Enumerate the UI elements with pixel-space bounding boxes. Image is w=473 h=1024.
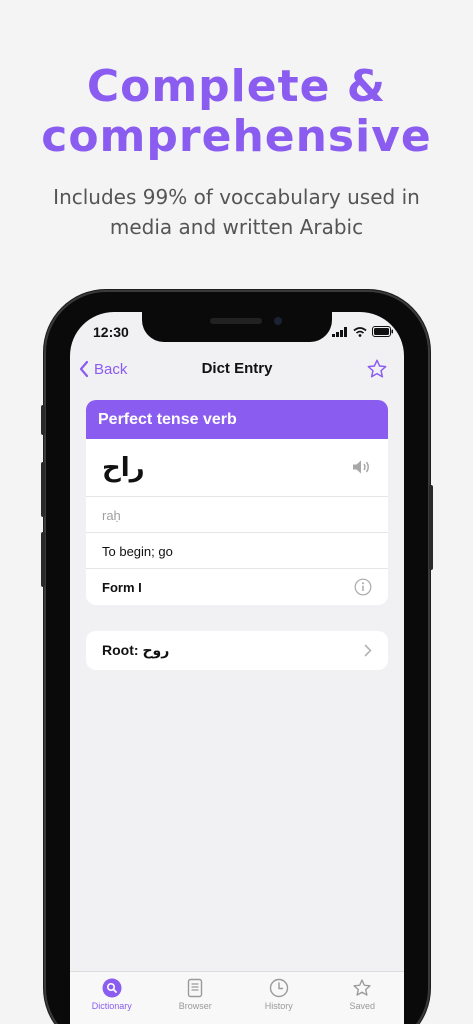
promo-headline: Complete & comprehensive — [0, 62, 473, 162]
promo-subline-line1: Includes 99% of voccabulary used in — [53, 185, 420, 209]
transliteration: raḥ — [102, 508, 121, 523]
power-button — [429, 485, 433, 570]
promo-subline-line2: media and written Arabic — [109, 215, 364, 239]
speaker-icon[interactable] — [352, 459, 372, 475]
status-icons — [332, 326, 394, 337]
tab-browser-label: Browser — [178, 1001, 212, 1011]
promo-subline: Includes 99% of voccabulary used in medi… — [0, 182, 473, 242]
earpiece-speaker — [210, 318, 262, 324]
tab-saved-label: Saved — [349, 1001, 376, 1011]
meaning: To begin; go — [102, 544, 173, 559]
chevron-right-icon — [364, 644, 372, 657]
volume-down-button — [41, 532, 45, 587]
tab-browser[interactable]: Browser — [154, 972, 238, 1024]
front-camera — [274, 317, 282, 325]
tab-dictionary[interactable]: Dictionary — [70, 972, 154, 1024]
arabic-word: راح — [102, 453, 145, 483]
entry-type-header: Perfect tense verb — [86, 400, 388, 439]
book-icon — [188, 978, 203, 998]
form-row: Form I — [86, 569, 388, 605]
volume-up-button — [41, 462, 45, 517]
root-arabic: روح — [142, 643, 170, 659]
status-time: 12:30 — [93, 324, 129, 340]
tab-dictionary-label: Dictionary — [91, 1001, 132, 1011]
battery-icon — [372, 326, 393, 337]
promo-headline-line2: comprehensive — [41, 111, 432, 162]
tab-history-label: History — [264, 1001, 293, 1011]
root-prefix: Root: — [102, 642, 139, 658]
mute-switch — [41, 405, 45, 435]
notch — [142, 312, 332, 342]
star-icon — [353, 979, 371, 996]
tab-history[interactable]: History — [237, 972, 321, 1024]
signal-icon — [332, 327, 347, 337]
tab-saved[interactable]: Saved — [321, 972, 405, 1024]
root-link[interactable]: Root: روح — [86, 631, 388, 670]
save-star-button[interactable] — [366, 358, 388, 385]
info-icon[interactable] — [354, 578, 372, 596]
transliteration-row: raḥ — [86, 497, 388, 533]
clock-icon — [269, 978, 288, 998]
entry-card: Perfect tense verb راح raḥ To begin; go … — [86, 400, 388, 605]
meaning-row: To begin; go — [86, 533, 388, 569]
root-label: Root: روح — [102, 642, 169, 659]
arabic-row: راح — [86, 439, 388, 497]
wifi-icon — [353, 327, 367, 337]
star-outline-icon — [367, 359, 387, 378]
verb-form: Form I — [102, 580, 142, 595]
tab-bar: Dictionary Browser History Saved — [70, 971, 404, 1024]
nav-title: Dict Entry — [201, 360, 273, 377]
promo-headline-line1: Complete & — [86, 61, 387, 112]
search-icon — [102, 978, 122, 998]
